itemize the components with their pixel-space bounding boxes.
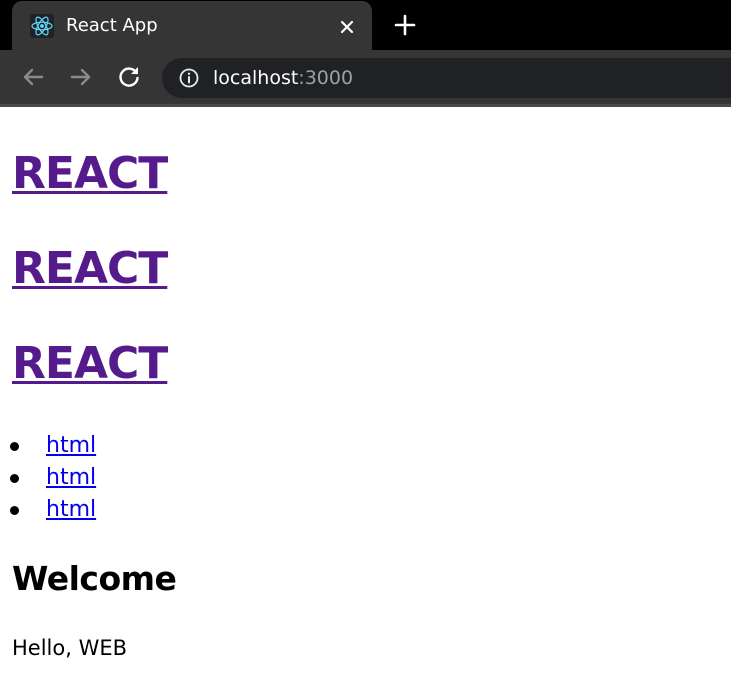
bullet-icon (10, 474, 19, 483)
react-heading-2: REACT (12, 243, 168, 295)
page-content: REACT REACT REACT html html html Welcome… (0, 107, 731, 697)
close-tab-icon[interactable] (334, 14, 360, 40)
url-port: :3000 (298, 67, 354, 89)
new-tab-plus-icon[interactable] (391, 11, 419, 39)
nav-link-html-3[interactable]: html (46, 497, 96, 522)
url-text: localhost:3000 (213, 67, 353, 89)
browser-chrome: React App localhost:3000 (0, 0, 731, 107)
site-info-icon[interactable] (178, 67, 200, 89)
reload-icon[interactable] (115, 63, 143, 91)
list-item: html (0, 430, 96, 462)
react-heading-link-2[interactable]: REACT (12, 243, 168, 294)
react-heading-1: REACT (12, 148, 168, 200)
list-item: html (0, 494, 96, 526)
nav-link-html-1[interactable]: html (46, 433, 96, 458)
react-logo-icon (30, 14, 54, 38)
react-heading-3: REACT (12, 338, 168, 390)
forward-arrow-icon[interactable] (67, 63, 95, 91)
tab-strip: React App (0, 0, 731, 50)
article-title: Welcome (12, 559, 177, 598)
bullet-icon (10, 506, 19, 515)
tab-title: React App (66, 15, 158, 36)
browser-toolbar: localhost:3000 (0, 50, 731, 104)
tab-react-app[interactable]: React App (12, 1, 372, 50)
nav-link-html-2[interactable]: html (46, 465, 96, 490)
address-bar[interactable]: localhost:3000 (162, 58, 731, 98)
react-heading-link-3[interactable]: REACT (12, 338, 168, 389)
nav-list: html html html (0, 430, 96, 526)
list-item: html (0, 462, 96, 494)
bullet-icon (10, 442, 19, 451)
react-heading-link-1[interactable]: REACT (12, 148, 168, 199)
url-host: localhost (213, 67, 299, 89)
back-arrow-icon[interactable] (19, 63, 47, 91)
article-body: Hello, WEB (12, 636, 128, 660)
